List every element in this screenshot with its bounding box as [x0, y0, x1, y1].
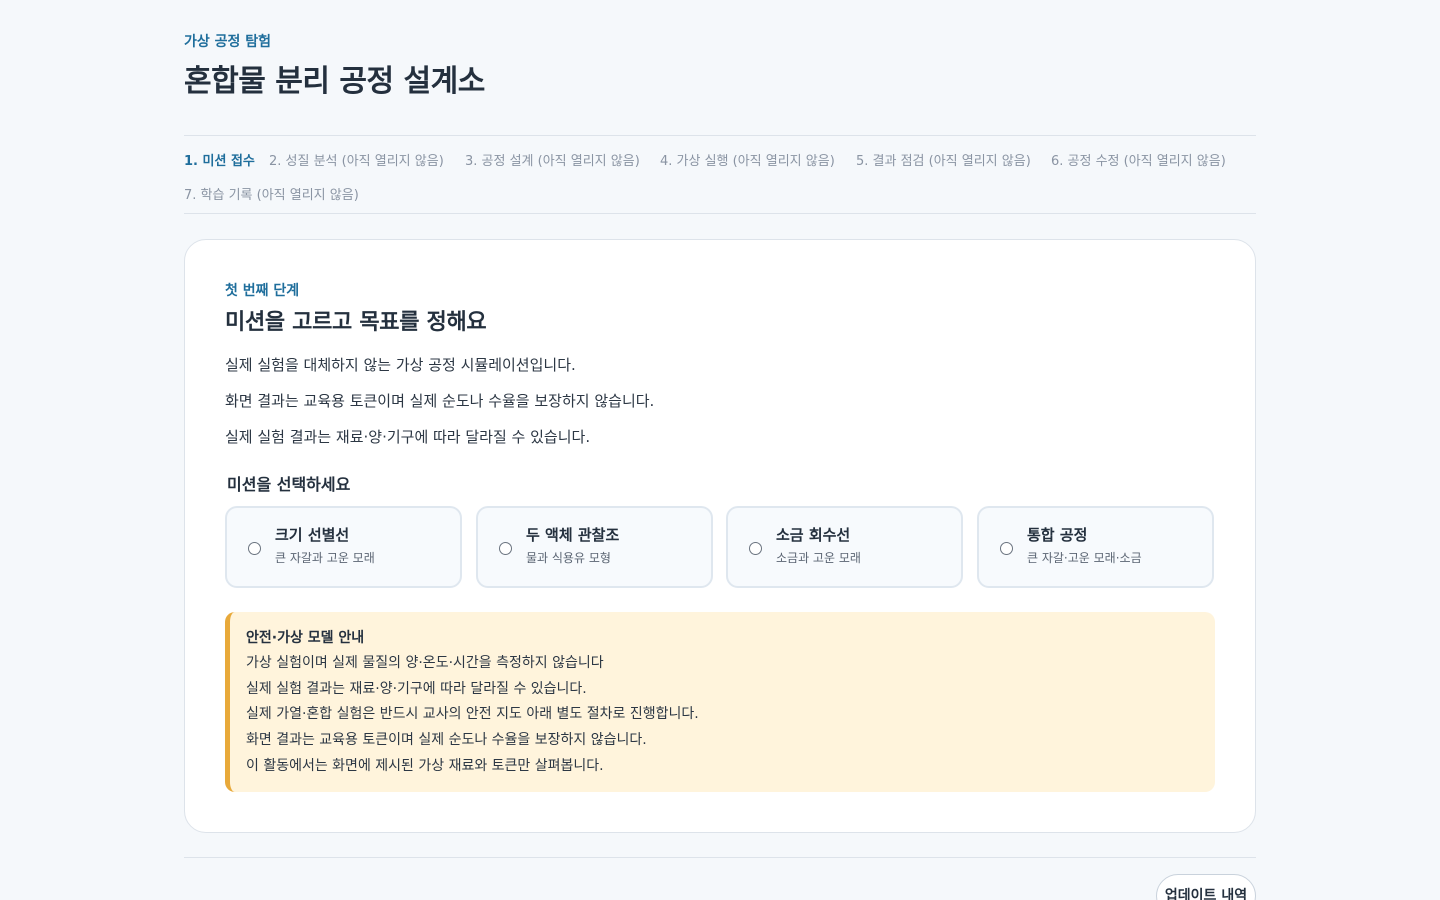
mission-description: 큰 자갈과 고운 모래 — [275, 551, 375, 565]
notice-title: 안전·가상 모델 안내 — [246, 630, 365, 646]
step-4-virtual-run: 4. 가상 실행 (아직 열리지 않음) — [660, 154, 835, 169]
intro-paragraph: 실제 실험을 대체하지 않는 가상 공정 시뮬레이션입니다. — [225, 356, 576, 374]
mission-option-integrated[interactable]: 통합 공정 큰 자갈·고운 모래·소금 — [977, 506, 1214, 588]
step-5-result-check: 5. 결과 점검 (아직 열리지 않음) — [856, 154, 1031, 169]
step-1-mission-intake[interactable]: 1. 미션 접수 — [184, 150, 255, 169]
step-2-property-analysis: 2. 성질 분석 (아직 열리지 않음) — [269, 154, 444, 169]
mission-description: 소금과 고운 모래 — [776, 551, 861, 565]
mission-option-salt-recovery[interactable]: 소금 회수선 소금과 고운 모래 — [726, 506, 963, 588]
mission-option-size-sorting[interactable]: 크기 선별선 큰 자갈과 고운 모래 — [225, 506, 462, 588]
notice-line: 화면 결과는 교육용 토큰이며 실제 순도나 수율을 보장하지 않습니다. — [246, 732, 647, 748]
footer-divider — [184, 857, 1256, 858]
card-kicker: 첫 번째 단계 — [225, 283, 300, 299]
radio-icon[interactable] — [1000, 542, 1013, 555]
mission-description: 큰 자갈·고운 모래·소금 — [1027, 551, 1142, 565]
update-history-button[interactable]: 업데이트 내역 — [1156, 874, 1256, 900]
safety-notice: 안전·가상 모델 안내 가상 실험이며 실제 물질의 양·온도·시간을 측정하지… — [225, 612, 1215, 792]
mission-title: 두 액체 관찰조 — [526, 526, 620, 544]
page-title: 혼합물 분리 공정 설계소 — [184, 64, 485, 99]
step-7-learning-log: 7. 학습 기록 (아직 열리지 않음) — [184, 188, 359, 203]
mission-title: 소금 회수선 — [776, 526, 851, 544]
intro-paragraph: 화면 결과는 교육용 토큰이며 실제 순도나 수율을 보장하지 않습니다. — [225, 392, 655, 410]
mission-title: 통합 공정 — [1027, 526, 1088, 544]
notice-line: 실제 가열·혼합 실험은 반드시 교사의 안전 지도 아래 별도 절차로 진행합… — [246, 706, 699, 722]
notice-line: 이 활동에서는 화면에 제시된 가상 재료와 토큰만 살펴봅니다. — [246, 758, 604, 774]
page-eyebrow: 가상 공정 탐험 — [184, 34, 272, 50]
radio-icon[interactable] — [499, 542, 512, 555]
mission-option-two-liquids[interactable]: 두 액체 관찰조 물과 식용유 모형 — [476, 506, 713, 588]
notice-line: 가상 실험이며 실제 물질의 양·온도·시간을 측정하지 않습니다 — [246, 655, 604, 671]
card-heading: 미션을 고르고 목표를 정해요 — [225, 310, 487, 335]
step-6-process-revise: 6. 공정 수정 (아직 열리지 않음) — [1051, 154, 1226, 169]
mission-description: 물과 식용유 모형 — [526, 551, 611, 565]
step-3-process-design: 3. 공정 설계 (아직 열리지 않음) — [465, 154, 640, 169]
radio-icon[interactable] — [749, 542, 762, 555]
intro-paragraph: 실제 실험 결과는 재료·양·기구에 따라 달라질 수 있습니다. — [225, 428, 591, 446]
mission-title: 크기 선별선 — [275, 526, 350, 544]
mission-select-label: 미션을 선택하세요 — [227, 475, 351, 494]
radio-icon[interactable] — [248, 542, 261, 555]
notice-line: 실제 실험 결과는 재료·양·기구에 따라 달라질 수 있습니다. — [246, 681, 587, 697]
step-navigation: 1. 미션 접수 2. 성질 분석 (아직 열리지 않음) 3. 공정 설계 (… — [184, 135, 1256, 214]
mission-card: 첫 번째 단계 미션을 고르고 목표를 정해요 실제 실험을 대체하지 않는 가… — [184, 239, 1256, 833]
